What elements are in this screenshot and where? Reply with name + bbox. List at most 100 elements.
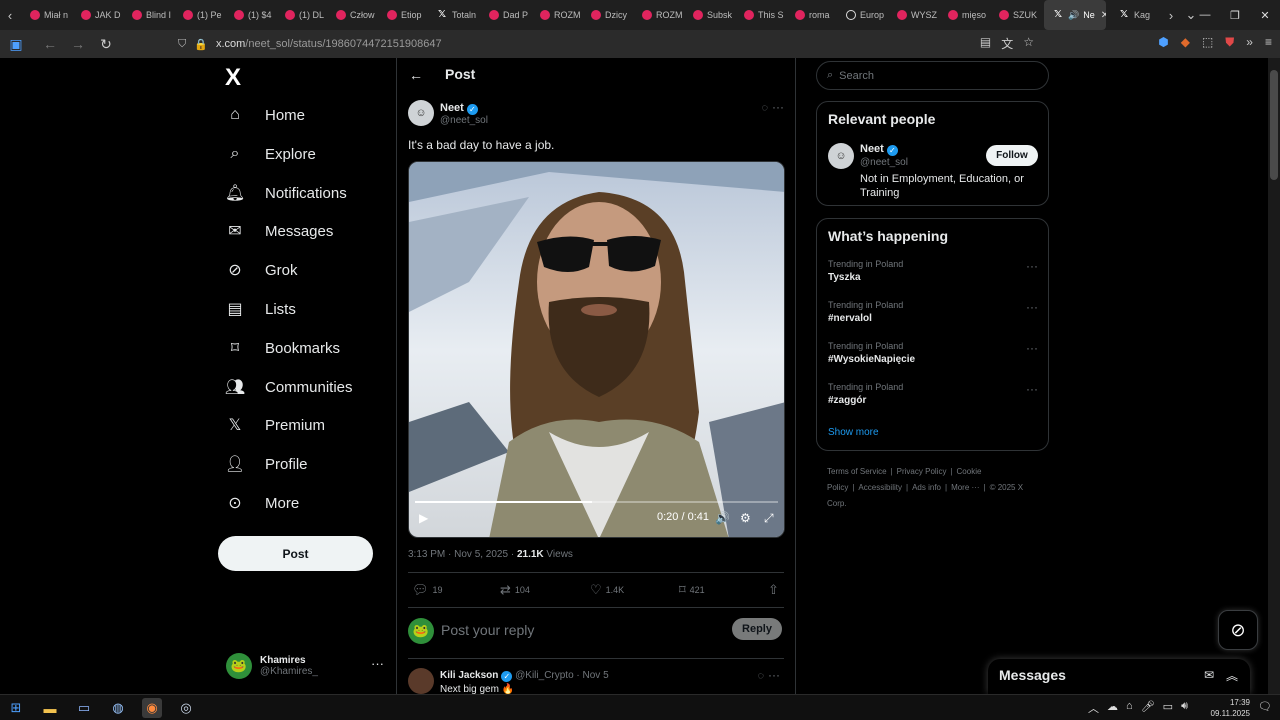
- cloud-icon[interactable]: ☁: [1107, 700, 1118, 716]
- more-dots-icon[interactable]: ···: [772, 100, 784, 114]
- footer-link[interactable]: More ···: [951, 483, 979, 492]
- tray-chevron-icon[interactable]: ︿: [1088, 700, 1099, 716]
- footer-link[interactable]: Accessibility: [858, 483, 902, 492]
- mic-icon[interactable]: 🎤︎: [1141, 700, 1155, 716]
- follow-button[interactable]: Follow: [986, 145, 1038, 166]
- tracking-shield-icon[interactable]: ⛉: [178, 38, 186, 51]
- trend-item[interactable]: Trending in Poland #zaggór ···: [828, 382, 1038, 412]
- volume-tray-icon[interactable]: 🔊︎: [1181, 700, 1188, 716]
- grok-icon[interactable]: ◌: [757, 670, 764, 682]
- avatar[interactable]: ☺: [408, 100, 434, 126]
- more-dots-icon[interactable]: ···: [1026, 259, 1038, 273]
- browser-tab[interactable]: WYSZ: [887, 0, 938, 30]
- browser-tab[interactable]: (1) $4: [224, 0, 275, 30]
- browser-tab[interactable]: Subsk: [683, 0, 734, 30]
- reply-author-handle[interactable]: @Kili_Crypto · Nov 5: [515, 670, 609, 681]
- footer-link[interactable]: Ads info: [912, 483, 941, 492]
- settings-gear-icon[interactable]: ⚙: [740, 511, 751, 525]
- like-action[interactable]: ♡ 1.4K: [590, 582, 624, 598]
- file-explorer-icon[interactable]: ▬: [40, 698, 60, 718]
- sidebar-toggle-icon[interactable]: ▣: [4, 32, 28, 56]
- shield-extension-icon[interactable]: ⬢: [1158, 35, 1168, 50]
- more-dots-icon[interactable]: ···: [371, 656, 384, 671]
- display-icon[interactable]: ▭: [1163, 700, 1173, 716]
- reply-author-name[interactable]: Kili Jackson: [440, 670, 498, 681]
- bookmark-star-icon[interactable]: ☆: [1023, 35, 1034, 52]
- close-tab-icon[interactable]: ✕: [1101, 10, 1106, 21]
- lock-icon[interactable]: 🔒: [194, 38, 208, 51]
- sidebar-item-communities[interactable]: 👥︎ Communities: [225, 372, 353, 402]
- browser-tab[interactable]: Europ: [836, 0, 887, 30]
- app-icon[interactable]: ◎: [176, 698, 196, 718]
- sidebar-item-more[interactable]: ⊙ More: [226, 488, 299, 518]
- sidebar-item-lists[interactable]: ▤ Lists: [226, 294, 295, 324]
- sidebar-item-profile[interactable]: 👤︎ Profile: [225, 449, 308, 479]
- system-clock[interactable]: 17:39 09.11.2025: [1211, 697, 1250, 719]
- reply-action[interactable]: 💬︎ 19: [412, 582, 443, 598]
- share-action[interactable]: ⇧: [768, 582, 779, 598]
- avatar[interactable]: ☺: [828, 143, 854, 169]
- minimize-icon[interactable]: —: [1190, 0, 1220, 30]
- browser-tab[interactable]: Dzicy: [581, 0, 632, 30]
- reply-input[interactable]: Post your reply: [441, 622, 534, 638]
- menu-icon[interactable]: ≡: [1265, 35, 1272, 50]
- address-bar[interactable]: ⛉ 🔒 x.com/neet_sol/status/19860744721519…: [178, 33, 1048, 55]
- footer-link[interactable]: Privacy Policy: [897, 467, 947, 476]
- sidebar-item-notifications[interactable]: 🔔︎ Notifications: [225, 178, 347, 208]
- fullscreen-icon[interactable]: ⤢: [764, 511, 774, 526]
- more-dots-icon[interactable]: ···: [1026, 382, 1038, 396]
- expand-chevron-icon[interactable]: ︽: [1226, 667, 1238, 684]
- trend-item[interactable]: Trending in Poland Tyszka ···: [828, 259, 1038, 289]
- more-dots-icon[interactable]: ···: [1026, 341, 1038, 355]
- monitor-app-icon[interactable]: ▭: [74, 698, 94, 718]
- fox-extension-icon[interactable]: ◆: [1181, 35, 1190, 50]
- reply-button[interactable]: Reply: [732, 618, 782, 640]
- firefox-icon[interactable]: ◉: [142, 698, 162, 718]
- reply-tweet[interactable]: Kili Jackson ✓ @Kili_Crypto · Nov 5 Next …: [408, 668, 784, 694]
- browser-tab[interactable]: (1) Pe: [173, 0, 224, 30]
- sidebar-item-grok[interactable]: ⊘ Grok: [226, 255, 297, 285]
- avatar[interactable]: [408, 668, 434, 694]
- bookmark-action[interactable]: ⌑ 421: [679, 582, 705, 598]
- forward-icon[interactable]: →: [66, 32, 90, 56]
- scrollbar-thumb[interactable]: [1270, 70, 1278, 180]
- sidebar-item-bookmarks[interactable]: ⌑ Bookmarks: [226, 333, 340, 363]
- restore-icon[interactable]: ❐: [1220, 0, 1250, 30]
- footer-link[interactable]: Terms of Service: [827, 467, 887, 476]
- reader-view-icon[interactable]: ▤: [980, 35, 991, 52]
- trend-item[interactable]: Trending in Poland #nervalol ···: [828, 300, 1038, 330]
- speaker-icon[interactable]: 🔊: [1068, 10, 1079, 21]
- browser-tab[interactable]: ROZM: [530, 0, 581, 30]
- grok-floating-button[interactable]: ⊘: [1218, 610, 1258, 650]
- extensions-icon[interactable]: ⬚: [1202, 35, 1213, 50]
- play-icon[interactable]: ▶: [419, 511, 428, 525]
- volume-icon[interactable]: 🔊: [715, 511, 730, 525]
- account-switcher[interactable]: 🐸 Khamires @Khamires_ ···: [226, 648, 386, 684]
- tab-scroll-right-icon[interactable]: ›: [1161, 0, 1181, 30]
- sidebar-item-messages[interactable]: ✉ Messages: [226, 216, 333, 246]
- tweet-timestamp[interactable]: 3:13 PM · Nov 5, 2025 ·: [408, 549, 517, 560]
- tab-after[interactable]: 𝕏 Kag: [1110, 0, 1161, 30]
- person-name-row[interactable]: Neet ✓: [860, 143, 898, 156]
- trend-item[interactable]: Trending in Poland #WysokieNapięcie ···: [828, 341, 1038, 371]
- post-button[interactable]: Post: [218, 536, 373, 571]
- author-name-row[interactable]: Neet ✓: [440, 102, 478, 115]
- more-dots-icon[interactable]: ···: [1026, 300, 1038, 314]
- browser-tab[interactable]: SZUK: [989, 0, 1040, 30]
- video-progress-bar[interactable]: [415, 501, 778, 503]
- back-arrow-icon[interactable]: ←: [409, 67, 423, 83]
- reload-icon[interactable]: ↻: [94, 32, 118, 56]
- network-icon[interactable]: ⌂: [1126, 700, 1133, 716]
- new-message-icon[interactable]: ✉: [1204, 668, 1214, 682]
- x-logo-icon[interactable]: X: [225, 64, 241, 92]
- sidebar-item-premium[interactable]: 𝕏 Premium: [226, 410, 325, 440]
- grok-icon[interactable]: ◌: [761, 102, 768, 114]
- person-handle[interactable]: @neet_sol: [860, 157, 908, 168]
- browser-tab[interactable]: This S: [734, 0, 785, 30]
- browser-tab[interactable]: JAK D: [71, 0, 122, 30]
- browser-tab[interactable]: mięso: [938, 0, 989, 30]
- browser-tab[interactable]: Blind I: [122, 0, 173, 30]
- translate-icon[interactable]: 文: [1001, 35, 1013, 52]
- overflow-chevron-icon[interactable]: »: [1246, 35, 1253, 50]
- browser-tab[interactable]: roma: [785, 0, 836, 30]
